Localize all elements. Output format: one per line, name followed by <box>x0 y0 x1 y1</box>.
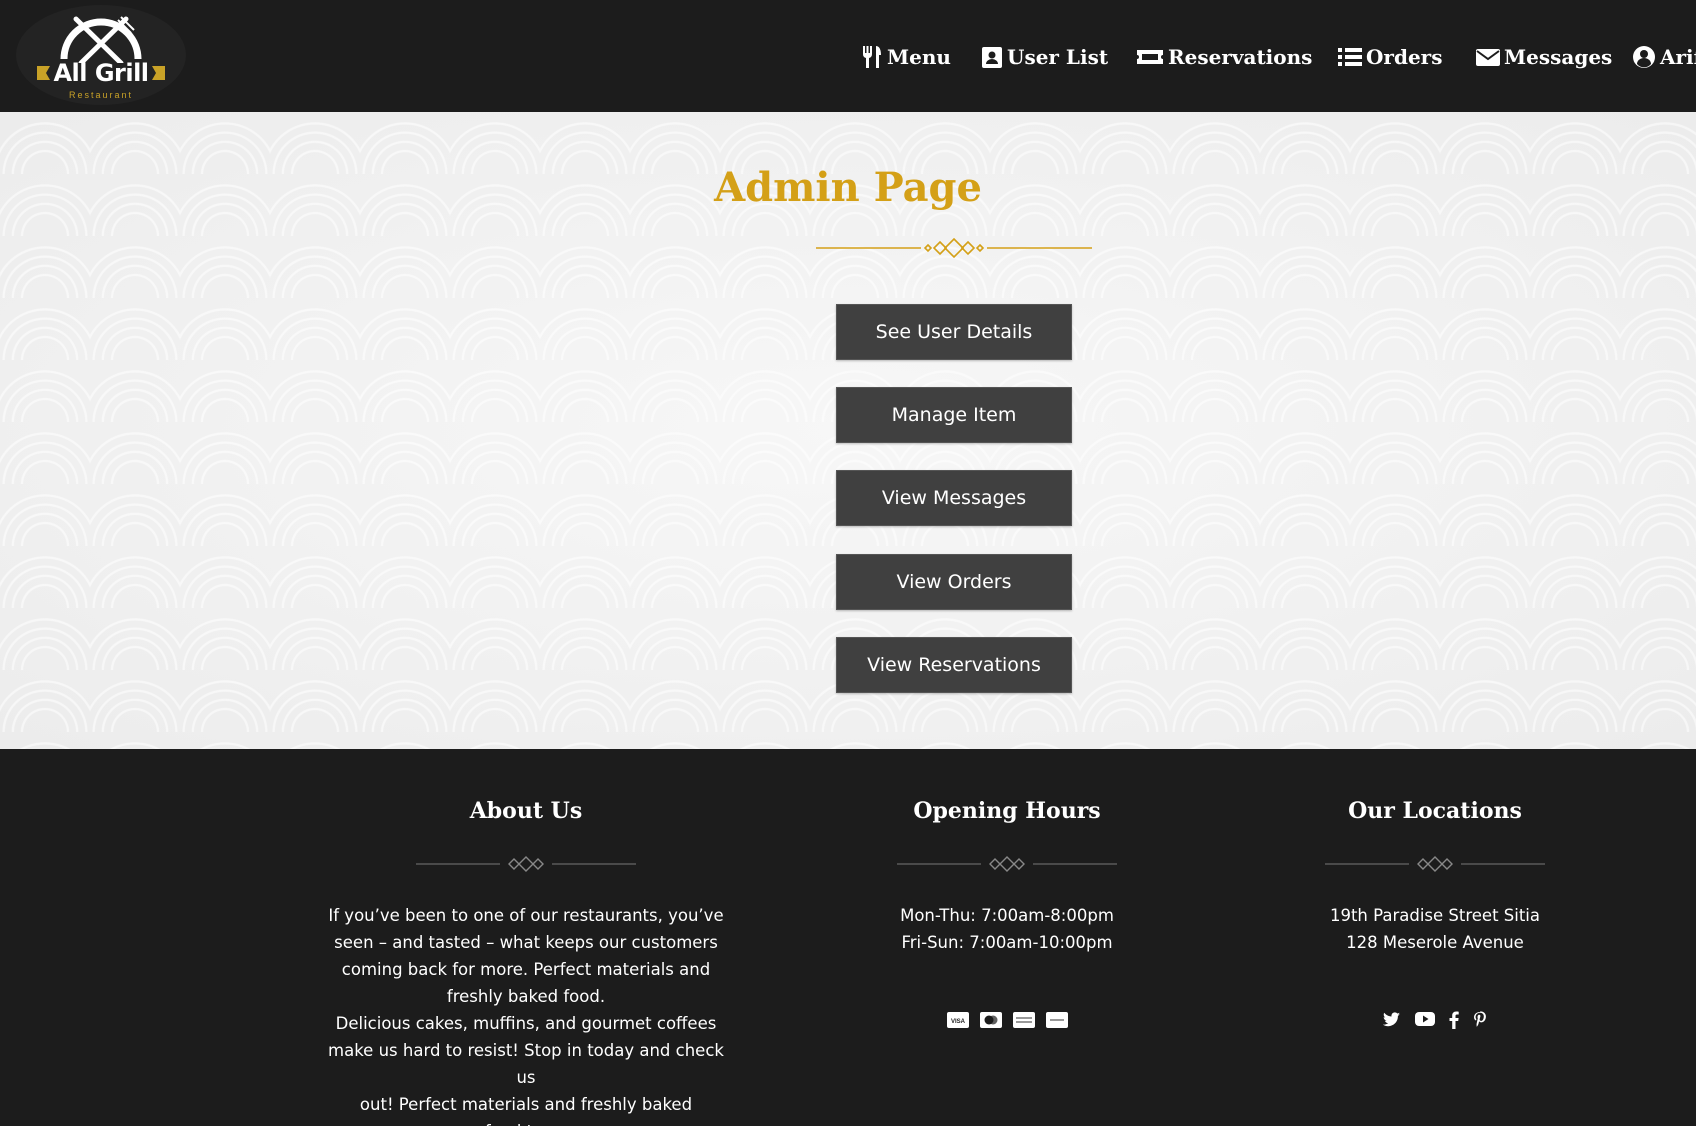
about-line: Delicious cakes, muffins, and gourmet co… <box>335 1014 717 1033</box>
twitter-icon[interactable] <box>1383 1011 1401 1027</box>
about-line: make us hard to resist! Stop in today an… <box>328 1041 724 1087</box>
admin-main: Admin Page See User Details Manage Item … <box>0 112 1696 749</box>
hours-line: Mon-Thu: 7:00am-8:00pm <box>900 906 1114 925</box>
about-line: If you’ve been to one of our restaurants… <box>328 906 724 925</box>
footer-about-title: About Us <box>469 798 583 824</box>
utensils-icon <box>862 46 881 68</box>
svg-text:VISA: VISA <box>950 1019 965 1025</box>
about-line: food.town <box>316 1118 736 1126</box>
footer-about-section: About Us If you’ve been to one of our re… <box>316 749 736 1126</box>
view-messages-button[interactable]: View Messages <box>836 470 1072 526</box>
nav-label-messages: Messages <box>1504 45 1613 69</box>
nav-label-user-list: User List <box>1007 45 1109 69</box>
hours-line: Fri-Sun: 7:00am-10:00pm <box>901 933 1113 952</box>
list-icon <box>1338 48 1362 66</box>
footer-about-text: If you’ve been to one of our restaurants… <box>316 902 736 1126</box>
visa-icon: VISA <box>946 1012 969 1028</box>
user-circle-icon <box>1633 46 1655 68</box>
about-line: seen – and tasted – what keeps our custo… <box>334 933 718 952</box>
ornament-divider-icon <box>816 238 1092 258</box>
nav-item-user-list[interactable]: User List <box>981 40 1108 74</box>
footer-locations-text: 19th Paradise Street Sitia 128 Meserole … <box>1285 902 1585 956</box>
mastercard-icon <box>979 1012 1002 1028</box>
footer-hours-title: Opening Hours <box>913 798 1101 824</box>
youtube-icon[interactable] <box>1415 1011 1435 1027</box>
nav-item-orders[interactable]: Orders <box>1338 40 1442 74</box>
footer: About Us If you’ve been to one of our re… <box>0 749 1696 1126</box>
social-icons <box>1285 1011 1585 1029</box>
footer-hours-section: Opening Hours Mon-Thu: 7:00am-8:00pm Fri… <box>857 749 1157 1126</box>
footer-hours-text: Mon-Thu: 7:00am-8:00pm Fri-Sun: 7:00am-1… <box>857 902 1157 956</box>
manage-item-button[interactable]: Manage Item <box>836 387 1072 443</box>
footer-ornament-icon <box>416 856 636 872</box>
envelope-icon <box>1476 49 1500 66</box>
about-line: out! Perfect materials and freshly baked <box>359 1095 693 1114</box>
navbar: All Grill Restaurant Menu User List Rese… <box>0 0 1696 112</box>
nav-item-account[interactable]: Arif <box>1632 40 1696 74</box>
about-line: freshly baked food. <box>446 987 606 1006</box>
nav-label-reservations: Reservations <box>1168 45 1313 69</box>
nav-item-messages[interactable]: Messages <box>1476 40 1612 74</box>
payment-icons: VISA <box>857 1012 1157 1028</box>
amex-icon <box>1012 1012 1035 1028</box>
nav-item-menu[interactable]: Menu <box>861 40 951 74</box>
location-line: 19th Paradise Street Sitia <box>1329 906 1541 925</box>
pinterest-icon[interactable] <box>1473 1011 1487 1029</box>
footer-locations-title: Our Locations <box>1348 798 1522 824</box>
footer-locations-section: Our Locations 19th Paradise Street Sitia… <box>1285 749 1585 1126</box>
see-user-details-button[interactable]: See User Details <box>836 304 1072 360</box>
facebook-icon[interactable] <box>1449 1011 1459 1029</box>
footer-ornament-icon <box>1325 856 1545 872</box>
paypal-icon <box>1045 1012 1068 1028</box>
about-line: coming back for more. Perfect materials … <box>341 960 711 979</box>
view-orders-button[interactable]: View Orders <box>836 554 1072 610</box>
location-line: 128 Meserole Avenue <box>1346 933 1524 952</box>
nav-label-menu: Menu <box>887 45 951 69</box>
nav-item-reservations[interactable]: Reservations <box>1136 40 1312 74</box>
nav-label-account: Arif <box>1660 45 1696 69</box>
user-card-icon <box>982 47 1002 68</box>
nav-label-orders: Orders <box>1366 45 1443 69</box>
ticket-icon <box>1137 50 1163 64</box>
view-reservations-button[interactable]: View Reservations <box>836 637 1072 693</box>
footer-ornament-icon <box>897 856 1117 872</box>
main-nav: Menu User List Reservations Orders Messa… <box>0 0 1696 112</box>
page-title: Admin Page <box>714 164 982 211</box>
